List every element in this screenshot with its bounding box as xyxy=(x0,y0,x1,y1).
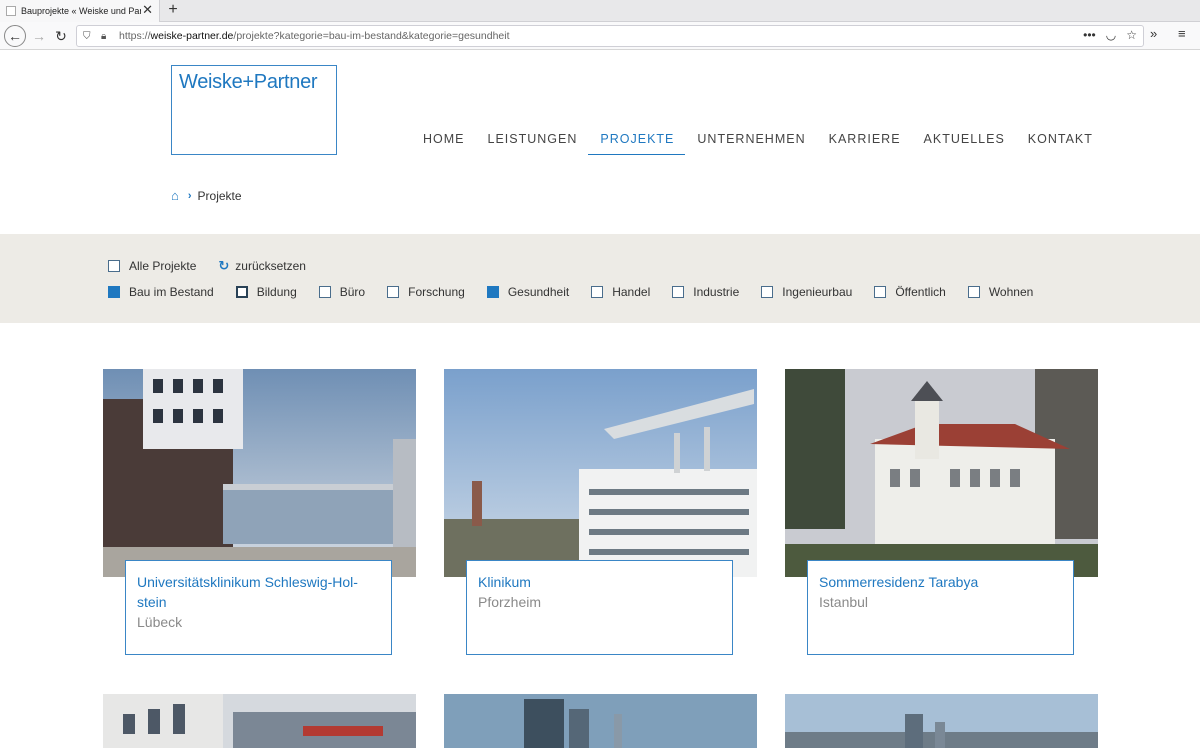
project-image[interactable] xyxy=(785,694,1098,748)
filter-oeffentlich[interactable]: Öffentlich xyxy=(874,285,946,299)
tab-strip: Bauprojekte « Weiske und Partner ✕ + xyxy=(0,0,1200,22)
project-caption[interactable]: Universitätsklinikum Schleswig-Hol-stein… xyxy=(125,560,392,655)
project-image[interactable] xyxy=(785,369,1098,577)
checkbox[interactable] xyxy=(874,286,887,298)
filter-industrie[interactable]: Industrie xyxy=(672,285,739,299)
checkbox[interactable] xyxy=(761,286,774,298)
shield-icon[interactable]: ⛉ xyxy=(83,31,97,42)
checkbox[interactable] xyxy=(108,260,120,272)
filter-ingenieurbau[interactable]: Ingenieurbau xyxy=(761,285,852,299)
forward-arrow-icon[interactable]: → xyxy=(29,26,49,46)
browser-toolbar: ← → ↻ ⛉ 🔒︎ https://weiske-partner.de/pro… xyxy=(0,22,1200,50)
project-caption[interactable]: Klinikum Pforzheim xyxy=(466,560,733,655)
project-caption[interactable]: Sommerresidenz Tarabya Istanbul xyxy=(807,560,1074,655)
project-location: Istanbul xyxy=(819,594,869,610)
project-image[interactable] xyxy=(103,369,416,577)
project-image[interactable] xyxy=(444,369,757,577)
checkbox[interactable] xyxy=(591,286,604,298)
tab-title: Bauprojekte « Weiske und Partner xyxy=(21,6,141,16)
page-favicon-icon xyxy=(6,6,16,16)
back-arrow-icon[interactable]: ← xyxy=(4,25,26,47)
project-image[interactable] xyxy=(103,694,416,748)
browser-tab[interactable]: Bauprojekte « Weiske und Partner ✕ xyxy=(0,0,160,22)
checkbox[interactable] xyxy=(235,286,248,298)
filter-gesundheit[interactable]: Gesundheit xyxy=(486,285,569,299)
chevron-right-icon: › xyxy=(187,189,192,202)
nav-unternehmen[interactable]: UNTERNEHMEN xyxy=(685,130,816,155)
filter-all-projects[interactable]: Alle Projekte xyxy=(108,259,196,273)
filter-bar: Alle Projekte ↻ zurücksetzen Bau im Best… xyxy=(0,234,1200,323)
filter-buero[interactable]: Büro xyxy=(318,285,365,299)
star-icon[interactable]: ☆ xyxy=(1126,28,1137,42)
filter-forschung[interactable]: Forschung xyxy=(387,285,465,299)
lock-icon[interactable]: 🔒︎ xyxy=(101,31,115,42)
project-location: Pforzheim xyxy=(478,594,542,610)
checkbox[interactable] xyxy=(387,286,400,298)
checkbox[interactable] xyxy=(318,286,331,298)
nav-projekte[interactable]: PROJEKTE xyxy=(588,130,686,155)
project-title[interactable]: Klinikum xyxy=(478,572,721,592)
filter-wohnen[interactable]: Wohnen xyxy=(967,285,1033,299)
pocket-icon[interactable]: ◡ xyxy=(1106,28,1116,42)
project-location: Lübeck xyxy=(137,614,183,630)
hamburger-menu-icon[interactable]: ≡ xyxy=(1178,26,1186,41)
project-image[interactable] xyxy=(444,694,757,748)
main-navigation: HOME LEISTUNGEN PROJEKTE UNTERNEHMEN KAR… xyxy=(411,130,1104,155)
new-tab-icon[interactable]: + xyxy=(164,1,182,19)
checkbox[interactable] xyxy=(967,286,980,298)
project-title[interactable]: Universitätsklinikum Schleswig-Hol-stein xyxy=(137,572,380,612)
reset-filters-button[interactable]: ↻ zurücksetzen xyxy=(218,258,306,274)
logo-text: Weiske+Partner xyxy=(179,71,318,93)
filter-bau-im-bestand[interactable]: Bau im Bestand xyxy=(108,285,214,299)
nav-leistungen[interactable]: LEISTUNGEN xyxy=(476,130,589,155)
checkbox-checked[interactable] xyxy=(486,286,499,298)
filter-bildung[interactable]: Bildung xyxy=(235,285,297,299)
url-text[interactable]: https://weiske-partner.de/projekte?kateg… xyxy=(119,30,510,42)
more-dots-icon[interactable]: ••• xyxy=(1083,28,1096,42)
checkbox[interactable] xyxy=(672,286,685,298)
checkbox-checked[interactable] xyxy=(108,286,120,298)
nav-kontakt[interactable]: KONTAKT xyxy=(1016,130,1104,155)
close-icon[interactable]: ✕ xyxy=(142,3,153,17)
reset-arrow-icon: ↻ xyxy=(218,258,230,273)
reload-icon[interactable]: ↻ xyxy=(51,26,71,46)
breadcrumb-current: Projekte xyxy=(197,188,242,203)
overflow-chevron-icon[interactable]: » xyxy=(1150,26,1157,41)
site-logo[interactable]: Weiske+Partner xyxy=(171,65,337,155)
nav-home[interactable]: HOME xyxy=(411,130,476,155)
breadcrumb: ⌂ › Projekte xyxy=(171,188,242,203)
project-title[interactable]: Sommerresidenz Tarabya xyxy=(819,572,1062,592)
nav-karriere[interactable]: KARRIERE xyxy=(817,130,912,155)
address-bar[interactable]: ⛉ 🔒︎ https://weiske-partner.de/projekte?… xyxy=(76,25,1144,47)
nav-aktuelles[interactable]: AKTUELLES xyxy=(912,130,1016,155)
filter-handel[interactable]: Handel xyxy=(591,285,650,299)
home-icon[interactable]: ⌂ xyxy=(171,188,179,203)
